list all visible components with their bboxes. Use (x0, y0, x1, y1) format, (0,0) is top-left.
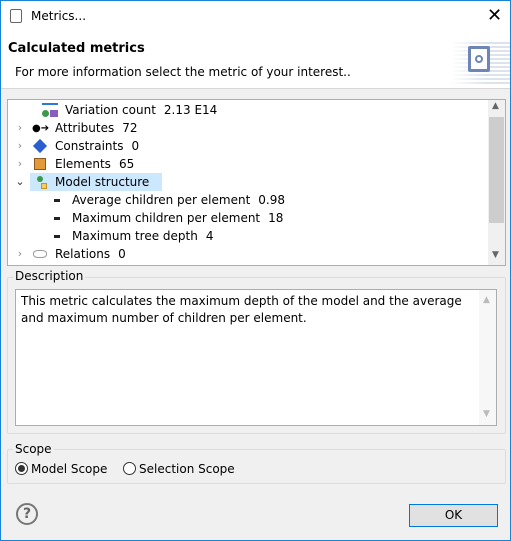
attribute-icon: ●➔ (32, 123, 50, 134)
description-content: This metric calculates the maximum depth… (21, 294, 462, 325)
item-label: Relations (55, 247, 111, 261)
radio-unchecked[interactable] (123, 462, 136, 475)
help-icon[interactable]: ? (16, 503, 38, 525)
description-label: Description (13, 269, 86, 283)
expand-chevron-icon[interactable]: › (14, 119, 26, 137)
item-label: Elements (55, 157, 111, 171)
expand-chevron-icon[interactable]: › (14, 137, 26, 155)
tree-scrollbar[interactable]: ▲ ▼ (488, 100, 505, 265)
scope-label: Scope (13, 442, 54, 456)
radio-label: Model Scope (31, 462, 108, 476)
radio-checked[interactable] (15, 462, 28, 475)
bullet-icon (54, 216, 60, 220)
tree-item-attributes[interactable]: › ●➔ Attributes 72 (14, 119, 138, 137)
selection-scope-radio[interactable]: Selection Scope (123, 462, 235, 476)
description-text[interactable]: This metric calculates the maximum depth… (15, 289, 497, 426)
ok-button[interactable]: OK (409, 504, 498, 527)
model-structure-icon (32, 174, 48, 190)
item-label: Attributes (55, 121, 115, 135)
item-label: Average children per element (72, 193, 251, 207)
page-title: Calculated metrics (8, 41, 145, 56)
radio-label: Selection Scope (139, 462, 235, 476)
metrics-tree[interactable]: Variation count 2.13 E14 › ●➔ Attributes 72 … (7, 99, 506, 266)
item-label: Variation count (65, 103, 156, 117)
close-icon[interactable]: ✕ (487, 5, 502, 26)
item-value: 4 (205, 229, 214, 243)
item-label: Constraints (55, 139, 124, 153)
tree-item-constraints[interactable]: › Constraints 0 (14, 137, 139, 155)
scroll-up-icon[interactable]: ▲ (492, 101, 499, 111)
bullet-icon (54, 234, 60, 238)
constraint-icon (32, 138, 48, 154)
item-value: 0 (131, 139, 140, 153)
item-label: Maximum tree depth (72, 229, 198, 243)
title-bar: Metrics... ✕ (1, 1, 510, 32)
tree-item-relations[interactable]: › Relations 0 (14, 245, 126, 263)
tree-item-elements[interactable]: › Elements 65 (14, 155, 134, 173)
collapse-chevron-icon[interactable]: ⌄ (14, 173, 26, 191)
item-value: 0.98 (258, 193, 286, 207)
expand-chevron-icon[interactable]: › (14, 155, 26, 173)
expand-chevron-icon[interactable]: › (14, 245, 26, 263)
item-label: Maximum children per element (72, 211, 261, 225)
tree-item-maximum-children[interactable]: Maximum children per element 18 (54, 209, 283, 227)
bullet-icon (54, 198, 60, 202)
app-icon (10, 9, 22, 23)
variation-icon (42, 102, 58, 118)
tree-item-variation-count[interactable]: Variation count 2.13 E14 (18, 101, 217, 119)
item-value: 2.13 E14 (163, 103, 218, 117)
item-value: 72 (122, 121, 138, 135)
scroll-down-icon[interactable]: ▼ (492, 250, 499, 260)
scroll-thumb[interactable] (489, 117, 504, 223)
item-label: Model structure (55, 175, 150, 189)
tree-item-maximum-depth[interactable]: Maximum tree depth 4 (54, 227, 213, 245)
header: Calculated metrics For more information … (1, 32, 510, 89)
refresh-glyph (468, 46, 490, 72)
description-scrollbar[interactable]: ▲ ▼ (479, 290, 496, 425)
item-value: 65 (118, 157, 135, 171)
window-title: Metrics... (31, 9, 87, 23)
page-subtitle: For more information select the metric o… (15, 65, 351, 79)
tree-item-model-structure[interactable]: ⌄ Model structure (14, 173, 163, 191)
relations-icon (32, 246, 48, 262)
tree-item-average-children[interactable]: Average children per element 0.98 (54, 191, 285, 209)
item-value: 18 (268, 211, 284, 225)
model-scope-radio[interactable]: Model Scope (15, 462, 107, 476)
elements-icon (32, 156, 48, 172)
item-value: 0 (118, 247, 126, 261)
